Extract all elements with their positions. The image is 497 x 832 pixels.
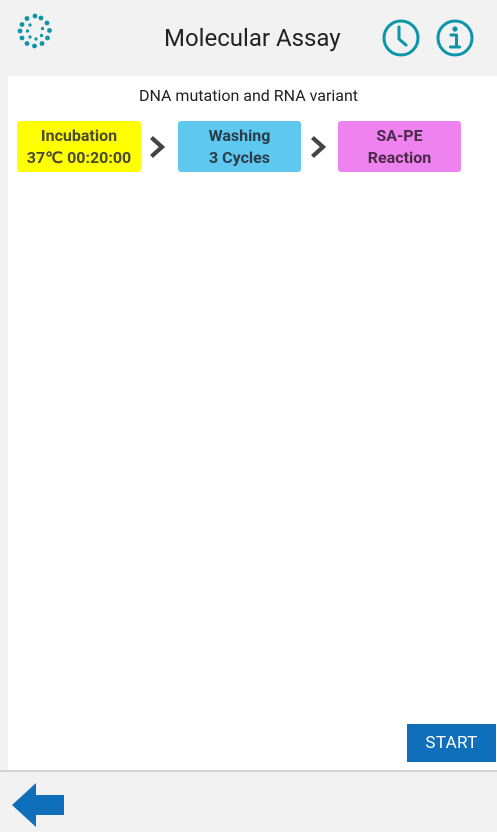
clock-icon[interactable] bbox=[381, 18, 421, 58]
assay-panel: DNA mutation and RNA variant Incubation … bbox=[8, 76, 497, 770]
footer-bar bbox=[0, 772, 497, 832]
step-sa-pe-detail: Reaction bbox=[367, 148, 432, 167]
step-washing-title: Washing bbox=[208, 126, 271, 145]
info-icon[interactable] bbox=[435, 18, 475, 58]
page-title: Molecular Assay bbox=[164, 24, 341, 52]
back-arrow-icon[interactable] bbox=[10, 781, 66, 829]
step-washing-detail: 3 Cycles bbox=[208, 148, 270, 167]
chevron-right-icon bbox=[150, 136, 166, 158]
dotted-circle-logo-icon bbox=[17, 13, 52, 49]
start-button[interactable]: START bbox=[407, 724, 496, 762]
step-incubation[interactable]: Incubation 37℃ 00:20:00 bbox=[17, 121, 141, 172]
step-sa-pe-reaction[interactable]: SA-PE Reaction bbox=[338, 121, 461, 172]
chevron-right-icon bbox=[311, 136, 327, 158]
step-incubation-detail: 37℃ 00:20:00 bbox=[26, 148, 132, 167]
step-incubation-title: Incubation bbox=[40, 126, 118, 145]
workflow-name: DNA mutation and RNA variant bbox=[138, 86, 359, 105]
step-sa-pe-title: SA-PE bbox=[376, 126, 423, 145]
app-header: Molecular Assay bbox=[0, 0, 497, 76]
step-washing[interactable]: Washing 3 Cycles bbox=[178, 121, 301, 172]
